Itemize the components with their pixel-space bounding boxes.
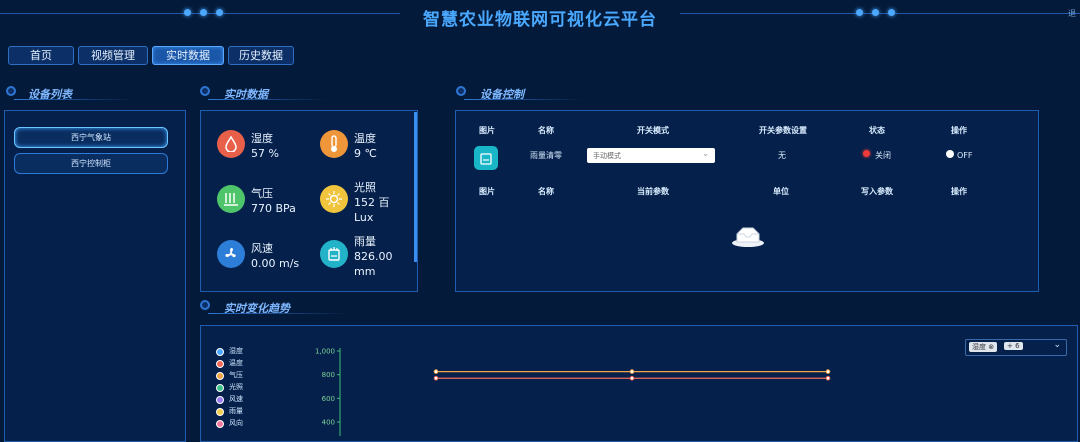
select-tag[interactable]: 湿度 ⊗ (969, 342, 998, 352)
close-icon[interactable]: ⊗ (988, 343, 994, 351)
control-status: 关闭 (875, 151, 891, 160)
series-point[interactable] (433, 369, 439, 374)
sensor-unit: mm (354, 265, 376, 278)
sensor-name: 温度 (354, 132, 376, 145)
series-point[interactable] (629, 375, 635, 381)
legend-label[interactable]: 雨量 (229, 406, 243, 416)
chevron-down-icon: ⌄ (1053, 340, 1061, 350)
legend-marker[interactable] (216, 384, 224, 392)
section-bullet (200, 300, 210, 310)
col-header: 操作 (951, 126, 967, 135)
sensor-wind-speed: 风速 0.00 m/s (251, 241, 299, 271)
section-bullet (456, 86, 466, 96)
col-header: 名称 (538, 126, 554, 135)
sensor-temperature: 温度 9 ℃ (354, 131, 377, 161)
control-param: 无 (778, 151, 786, 160)
legend-label[interactable]: 风速 (229, 394, 243, 404)
select-tag-label: 湿度 (972, 343, 986, 351)
page-title: 智慧农业物联网可视化云平台 (423, 10, 657, 30)
legend-marker[interactable] (216, 408, 224, 416)
sensor-name: 湿度 (251, 132, 273, 145)
legend-marker[interactable] (216, 396, 224, 404)
col-header: 开关参数设置 (759, 126, 807, 135)
sensor-unit: Lux (354, 211, 374, 224)
nav-video[interactable]: 视频管理 (78, 46, 148, 65)
sensor-value: 770 BPa (251, 202, 296, 215)
col-header: 单位 (773, 187, 789, 196)
col-header: 图片 (479, 126, 495, 135)
y-tick-label: 400 (322, 419, 335, 427)
mode-select-value: 手动模式 (593, 152, 621, 160)
col-header: 状态 (869, 126, 885, 135)
section-underline (464, 99, 584, 100)
sensor-name: 光照 (354, 181, 376, 194)
header-right-text[interactable]: 退 (1068, 8, 1076, 19)
legend-label[interactable]: 湿度 (229, 346, 243, 356)
rain-gauge-icon (320, 240, 348, 268)
fan-icon (217, 240, 245, 268)
sensor-value: 9 ℃ (354, 147, 377, 160)
control-item-name: 雨量清零 (530, 151, 562, 160)
trend-chart: 1,000 800 600 400 (315, 348, 831, 436)
sensor-humidity: 湿度 57 % (251, 131, 279, 161)
sensor-pressure: 气压 770 BPa (251, 186, 296, 216)
legend-marker[interactable] (216, 360, 224, 368)
col-header: 当前参数 (637, 187, 669, 196)
sensor-value: 152 百 (354, 196, 390, 209)
toggle-switch[interactable] (946, 150, 954, 158)
col-header: 操作 (951, 187, 967, 196)
sensor-value: 0.00 m/s (251, 257, 300, 270)
series-point[interactable] (629, 369, 635, 374)
pressure-icon (217, 185, 245, 213)
sensor-light: 光照 152 百 Lux (354, 180, 390, 225)
section-bullet (6, 86, 16, 96)
y-tick-label: 800 (322, 371, 335, 379)
legend-label[interactable]: 温度 (229, 358, 243, 368)
legend-label[interactable]: 风向 (229, 418, 243, 428)
col-header: 名称 (538, 187, 554, 196)
legend-marker[interactable] (216, 372, 224, 380)
select-more-tag: + 6 (1004, 342, 1023, 350)
device-item-xining-cabinet[interactable]: 西宁控制柜 (14, 153, 168, 174)
rain-gauge-icon (474, 146, 498, 170)
sensor-name: 气压 (251, 187, 273, 200)
sun-icon (320, 185, 348, 213)
mode-select[interactable]: 手动模式 ⌄ (587, 148, 715, 163)
scrollbar[interactable] (414, 112, 417, 262)
legend-marker[interactable] (216, 348, 224, 356)
sensor-name: 风速 (251, 242, 273, 255)
col-header: 写入参数 (861, 187, 893, 196)
series-point[interactable] (433, 375, 439, 381)
section-underline (14, 99, 134, 100)
legend-label[interactable]: 气压 (229, 370, 243, 380)
status-dot-icon (863, 150, 870, 157)
series-point[interactable] (825, 375, 831, 381)
chevron-down-icon: ⌄ (702, 149, 709, 158)
nav-history[interactable]: 历史数据 (228, 46, 294, 65)
drop-icon (217, 130, 245, 158)
legend-label[interactable]: 光照 (229, 382, 243, 392)
nav-home[interactable]: 首页 (8, 46, 74, 65)
section-bullet (200, 86, 210, 96)
legend-marker[interactable] (216, 420, 224, 428)
series-point[interactable] (825, 369, 831, 374)
y-tick-label: 1,000 (315, 348, 335, 356)
toggle-label: OFF (957, 151, 973, 160)
control-panel (455, 110, 1039, 292)
series-select[interactable]: 湿度 ⊗ + 6 ⌄ (965, 339, 1067, 356)
empty-box-icon (731, 224, 765, 248)
thermometer-icon (320, 130, 348, 158)
nav-realtime[interactable]: 实时数据 (152, 46, 224, 65)
section-underline (208, 313, 348, 314)
sensor-name: 雨量 (354, 235, 376, 248)
section-underline (208, 99, 328, 100)
sensor-value: 57 % (251, 147, 279, 160)
device-item-xining-weather[interactable]: 西宁气象站 (14, 127, 168, 148)
col-header: 图片 (479, 187, 495, 196)
col-header: 开关模式 (637, 126, 669, 135)
sensor-value: 826.00 (354, 250, 393, 263)
y-tick-label: 600 (322, 395, 335, 403)
sensor-rainfall: 雨量 826.00 mm (354, 234, 393, 279)
